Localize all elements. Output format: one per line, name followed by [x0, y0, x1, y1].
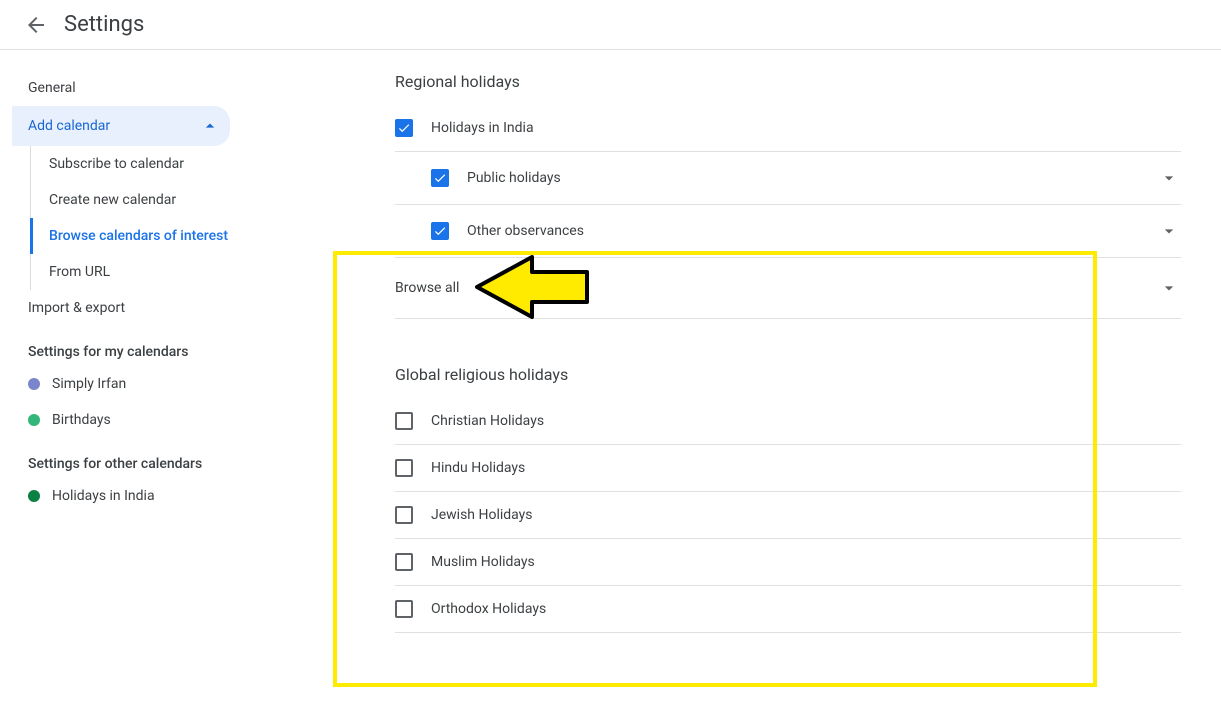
row-browse-all[interactable]: Browse all [395, 258, 1181, 319]
settings-sidebar: General Add calendar Subscribe to calend… [0, 50, 250, 710]
sidebar-general[interactable]: General [12, 70, 250, 106]
regional-holidays-title: Regional holidays [395, 72, 1181, 91]
sidebar-cal-label: Simply Irfan [52, 376, 126, 392]
main-content: Regional holidays Holidays in India Publ… [250, 50, 1221, 710]
label-public-holidays: Public holidays [467, 170, 1157, 186]
sidebar-add-calendar[interactable]: Add calendar [12, 106, 230, 146]
back-button[interactable] [16, 5, 56, 45]
sidebar-heading-other-calendars: Settings for other calendars [12, 438, 250, 478]
label-muslim: Muslim Holidays [431, 554, 1181, 570]
sidebar-subscribe[interactable]: Subscribe to calendar [31, 146, 250, 182]
row-other-observances: Other observances [395, 205, 1181, 258]
sidebar-from-url[interactable]: From URL [31, 254, 250, 290]
row-christian: Christian Holidays [395, 398, 1181, 445]
label-jewish: Jewish Holidays [431, 507, 1181, 523]
checkbox-holidays-india[interactable] [395, 119, 413, 137]
sidebar-cal-birthdays[interactable]: Birthdays [12, 402, 250, 438]
label-browse-all: Browse all [395, 280, 459, 296]
global-religious-title: Global religious holidays [395, 365, 1181, 384]
sidebar-cal-label: Birthdays [52, 412, 111, 428]
checkbox-hindu[interactable] [395, 459, 413, 477]
sidebar-cal-simply-irfan[interactable]: Simply Irfan [12, 366, 250, 402]
chevron-up-icon [200, 116, 220, 136]
checkbox-other-observances[interactable] [431, 222, 449, 240]
checkbox-public-holidays[interactable] [431, 169, 449, 187]
row-hindu: Hindu Holidays [395, 445, 1181, 492]
row-public-holidays: Public holidays [395, 152, 1181, 205]
row-jewish: Jewish Holidays [395, 492, 1181, 539]
chevron-down-icon [1159, 221, 1179, 241]
checkbox-orthodox[interactable] [395, 600, 413, 618]
sidebar-create-new[interactable]: Create new calendar [31, 182, 250, 218]
label-christian: Christian Holidays [431, 413, 1181, 429]
label-other-observances: Other observances [467, 223, 1157, 239]
sidebar-cal-label: Holidays in India [52, 488, 155, 504]
row-muslim: Muslim Holidays [395, 539, 1181, 586]
checkbox-jewish[interactable] [395, 506, 413, 524]
chevron-down-icon [1159, 168, 1179, 188]
expand-public-holidays[interactable] [1157, 166, 1181, 190]
sidebar-heading-my-calendars: Settings for my calendars [12, 326, 250, 366]
sidebar-add-calendar-label: Add calendar [28, 118, 110, 134]
checkbox-muslim[interactable] [395, 553, 413, 571]
label-holidays-india: Holidays in India [431, 120, 1181, 136]
arrow-back-icon [24, 13, 48, 37]
label-orthodox: Orthodox Holidays [431, 601, 1181, 617]
expand-browse-all[interactable] [1157, 276, 1181, 300]
row-orthodox: Orthodox Holidays [395, 586, 1181, 633]
chevron-down-icon [1159, 278, 1179, 298]
row-holidays-india: Holidays in India [395, 105, 1181, 151]
sidebar-cal-holidays-india[interactable]: Holidays in India [12, 478, 250, 514]
calendar-color-dot [28, 414, 40, 426]
page-title: Settings [64, 12, 144, 37]
sidebar-browse-interest[interactable]: Browse calendars of interest [30, 218, 250, 254]
calendar-color-dot [28, 378, 40, 390]
expand-other-observances[interactable] [1157, 219, 1181, 243]
label-hindu: Hindu Holidays [431, 460, 1181, 476]
calendar-color-dot [28, 490, 40, 502]
checkbox-christian[interactable] [395, 412, 413, 430]
sidebar-import-export[interactable]: Import & export [12, 290, 250, 326]
